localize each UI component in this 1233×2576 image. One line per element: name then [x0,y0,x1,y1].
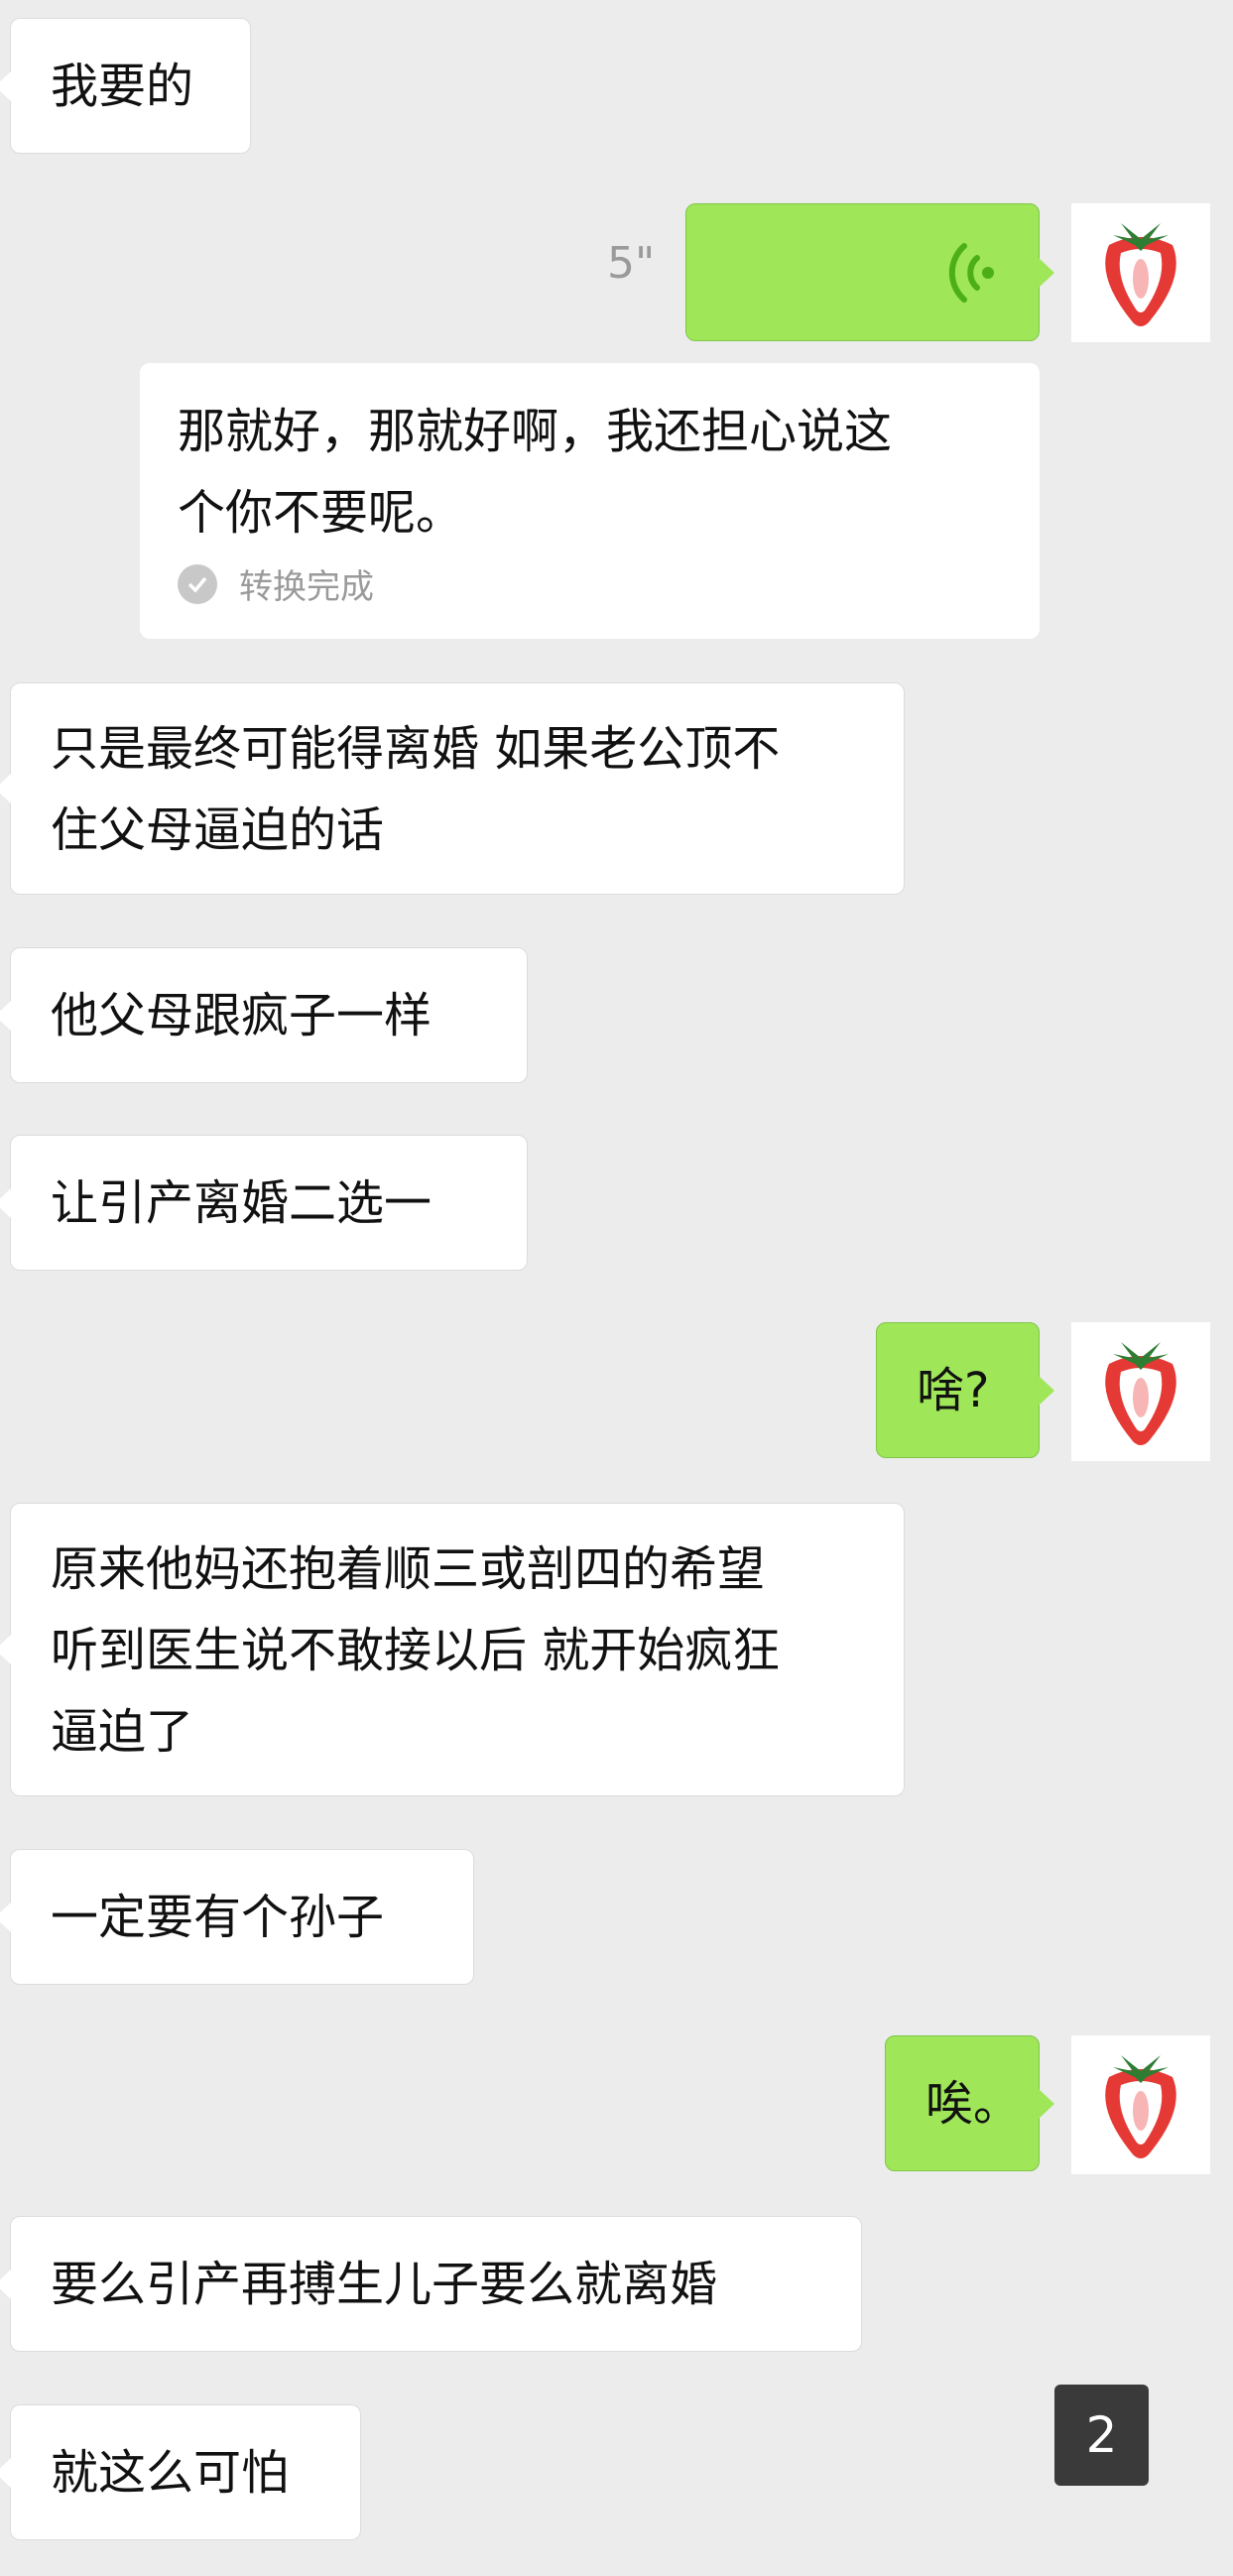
strawberry-avatar-icon [1105,2055,1176,2158]
message-received[interactable]: 只是最终可能得离婚 如果老公顶不 住父母逼迫的话 [0,682,905,895]
unread-count-badge[interactable]: 2 [1054,2385,1149,2486]
message-received[interactable]: 就这么可怕 [0,2404,361,2540]
message-text: 原来他妈还抱着顺三或剖四的希望 [51,1541,766,1597]
message-text: 要么引产再搏生儿子要么就离婚 [51,2257,718,2312]
message-sent[interactable]: 啥? [876,1322,1054,1458]
message-received[interactable]: 他父母跟疯子一样 [0,947,528,1083]
check-circle-icon [178,563,217,604]
strawberry-avatar-icon [1105,223,1176,326]
message-received[interactable]: 原来他妈还抱着顺三或剖四的希望 听到医生说不敢接以后 就开始疯狂 逼迫了 [0,1503,905,1796]
voice-wave-icon [948,243,994,303]
message-text: 听到医生说不敢接以后 就开始疯狂 [51,1623,781,1678]
message-received[interactable]: 让引产离婚二选一 [0,1135,528,1271]
voice-message-bubble[interactable] [685,203,1054,341]
strawberry-avatar-icon [1105,1342,1176,1445]
message-received[interactable]: 我要的 [0,18,251,154]
message-text: 我要的 [51,59,194,114]
avatar[interactable] [1071,203,1210,342]
message-text: 唉。 [925,2076,1022,2132]
converted-text-line: 个你不要呢。 [178,485,464,541]
converted-text-line: 那就好，那就好啊，我还担心说这 [178,404,893,459]
message-text: 让引产离婚二选一 [51,1175,432,1231]
avatar[interactable] [1071,2035,1210,2174]
message-text: 逼迫了 [51,1704,194,1760]
message-text: 就这么可怕 [51,2445,290,2501]
message-text: 住父母逼迫的话 [51,802,385,858]
message-received[interactable]: 一定要有个孙子 [0,1849,474,1985]
message-text: 他父母跟疯子一样 [51,988,432,1043]
voice-to-text-card: 那就好，那就好啊，我还担心说这 个你不要呢。 转换完成 [140,363,1040,639]
avatar[interactable] [1071,1322,1210,1461]
message-text: 只是最终可能得离婚 如果老公顶不 [51,721,781,777]
message-received[interactable]: 要么引产再搏生儿子要么就离婚 [0,2216,862,2352]
conversion-status: 转换完成 [178,559,1002,608]
message-text: 啥? [917,1363,990,1418]
status-text: 转换完成 [239,567,374,607]
voice-duration: 5" [607,238,656,289]
message-sent[interactable]: 唉。 [885,2035,1054,2171]
message-text: 一定要有个孙子 [51,1890,385,1945]
badge-count: 2 [1085,2406,1118,2464]
